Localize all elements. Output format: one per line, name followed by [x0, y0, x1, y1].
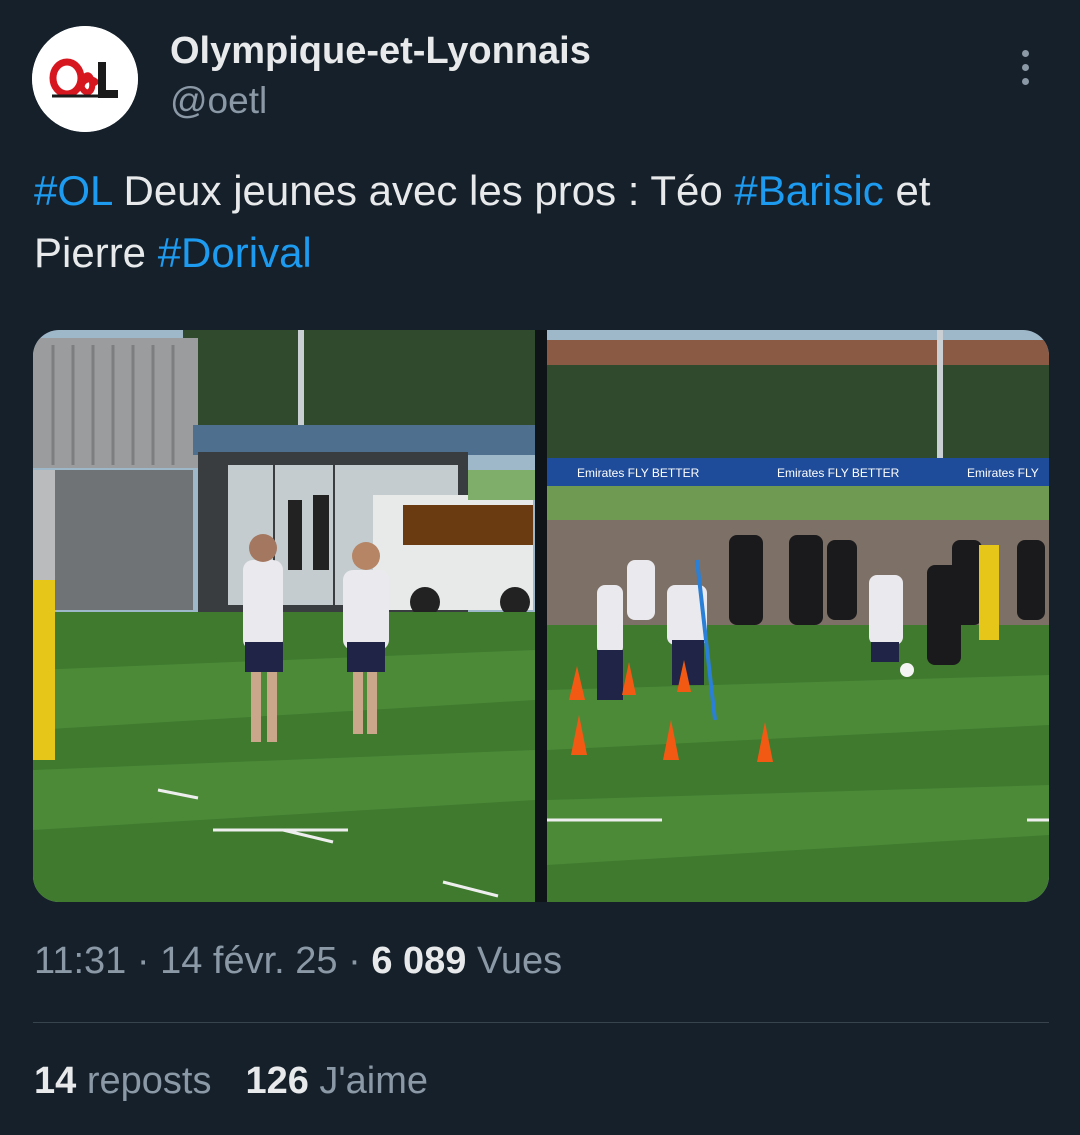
training-photo-left[interactable]: [33, 330, 535, 902]
media-grid: Emirates FLY BETTER Emirates FLY BETTER …: [33, 330, 1049, 902]
tweet-text-part: Deux jeunes avec les pros : Téo: [111, 167, 735, 214]
more-vertical-icon: [1022, 50, 1029, 57]
training-photo-right[interactable]: Emirates FLY BETTER Emirates FLY BETTER …: [547, 330, 1049, 902]
avatar[interactable]: [32, 26, 138, 132]
more-vertical-icon-dot: [1022, 64, 1029, 71]
tweet-meta: 11:31 · 14 févr. 25 · 6 089 Vues: [34, 940, 562, 983]
views-label: Vues: [466, 940, 563, 982]
likes-count: 126: [245, 1060, 309, 1102]
more-options-button[interactable]: [1008, 48, 1044, 88]
reposts-stat[interactable]: 14 reposts: [34, 1060, 211, 1102]
tweet-date[interactable]: 14 févr. 25: [160, 940, 337, 982]
hashtag-ol[interactable]: #OL: [34, 167, 112, 214]
more-vertical-icon-dot: [1022, 78, 1029, 85]
reposts-label: reposts: [76, 1060, 212, 1102]
reposts-count: 14: [34, 1060, 77, 1102]
ad-banner-text: Emirates FLY BETTER: [777, 466, 900, 480]
ol-logo-icon: [32, 26, 138, 132]
likes-stat[interactable]: 126 J'aime: [245, 1060, 428, 1102]
ad-banner-text: Emirates FLY: [967, 466, 1039, 480]
meta-separator: ·: [337, 940, 372, 982]
hashtag-dorival[interactable]: #Dorival: [158, 229, 312, 276]
divider: [33, 1022, 1049, 1023]
meta-separator: ·: [126, 940, 161, 982]
likes-label: J'aime: [308, 1060, 429, 1102]
engagement-stats: 14 reposts 126 J'aime: [34, 1060, 428, 1103]
tweet-text: #OL Deux jeunes avec les pros : Téo #Bar…: [34, 160, 1044, 284]
views-count: 6 089: [371, 940, 467, 982]
author-display-name[interactable]: Olympique-et-Lyonnais: [170, 30, 591, 73]
hashtag-barisic[interactable]: #Barisic: [734, 167, 883, 214]
ad-banner-text: Emirates FLY BETTER: [577, 466, 700, 480]
tweet-time[interactable]: 11:31: [34, 940, 126, 982]
author-handle[interactable]: @oetl: [170, 80, 267, 122]
